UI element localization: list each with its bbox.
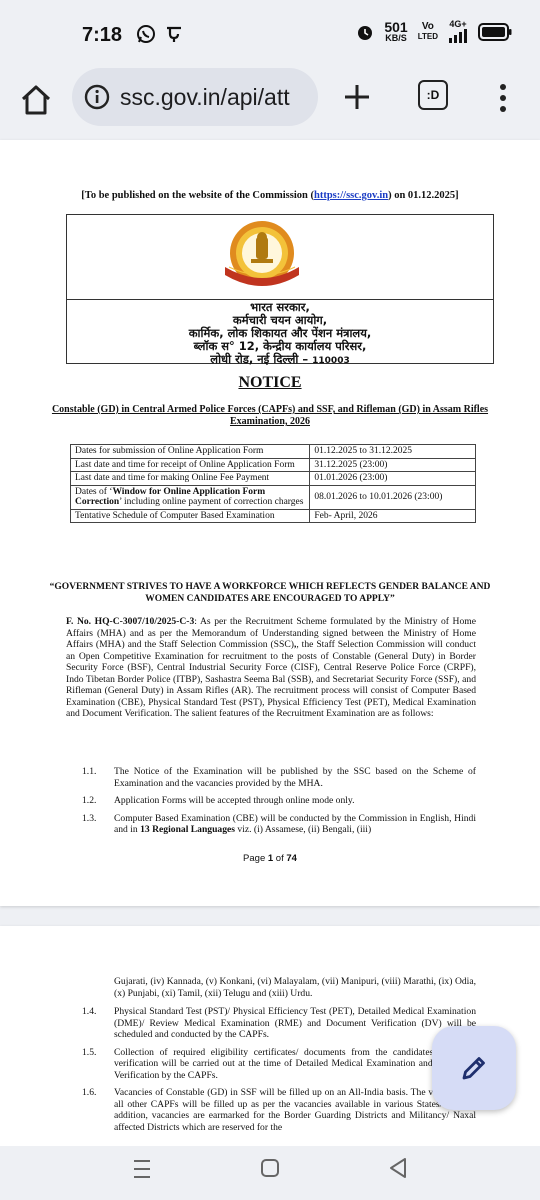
system-navigation-bar bbox=[0, 1146, 540, 1200]
url-text: ssc.gov.in/api/att bbox=[120, 83, 290, 110]
signal-icon: 4G+ bbox=[448, 20, 468, 43]
home-circle-icon[interactable] bbox=[258, 1156, 282, 1180]
recents-icon[interactable] bbox=[130, 1158, 154, 1180]
table-row: Last date and time for making Online Fee… bbox=[69, 471, 476, 486]
tab-switcher-button[interactable]: :D bbox=[418, 80, 448, 110]
browser-toolbar: ssc.gov.in/api/att :D bbox=[0, 66, 540, 130]
whatsapp-icon bbox=[137, 25, 155, 43]
volte-indicator: Vo LTED bbox=[417, 20, 438, 41]
pencil-icon bbox=[462, 1057, 485, 1080]
list-item: 1.4. Physical Standard Test (PST)/ Physi… bbox=[82, 1006, 476, 1040]
table-row: Tentative Schedule of Computer Based Exa… bbox=[69, 508, 476, 523]
continuation-text: Gujarati, (iv) Kannada, (v) Konkani, (vi… bbox=[114, 976, 476, 999]
table-row: Dates of ‘Window for Online Application … bbox=[69, 484, 476, 510]
important-dates-table: Dates for submission of Online Applicati… bbox=[69, 444, 476, 523]
address-bar[interactable]: ssc.gov.in/api/att bbox=[72, 68, 318, 126]
alarm-icon bbox=[358, 25, 373, 40]
list-item: 1.5. Collection of required eligibility … bbox=[82, 1046, 476, 1081]
notification-icons bbox=[136, 24, 184, 44]
new-tab-icon[interactable] bbox=[340, 80, 374, 114]
publish-note: [To be published on the website of the C… bbox=[81, 190, 459, 201]
more-options-icon[interactable] bbox=[496, 82, 510, 114]
status-time: 7:18 bbox=[82, 24, 123, 46]
features-list-page1: 1.1. The Notice of the Examination will … bbox=[82, 766, 476, 842]
list-item: 1.2. Application Forms will be accepted … bbox=[82, 795, 355, 806]
table-row: Last date and time for receipt of Online… bbox=[69, 457, 476, 472]
battery-icon bbox=[478, 22, 512, 41]
ssc-emblem-logo bbox=[225, 221, 299, 286]
features-list-page2: 1.4. Physical Standard Test (PST)/ Physi… bbox=[82, 1006, 476, 1139]
home-icon[interactable] bbox=[18, 82, 54, 118]
system-icons: 501 KB/S Vo LTED 4G+ bbox=[356, 20, 512, 43]
status-bar: 7:18 501 KB/S Vo LTED 4G+ bbox=[0, 0, 540, 66]
pdf-page-1[interactable]: [To be published on the website of the C… bbox=[0, 140, 540, 906]
ministry-address: भारत सरकार, कर्मचारी चयन आयोग, कार्मिक, … bbox=[188, 300, 372, 367]
list-item: 1.3. Computer Based Examination (CBE) wi… bbox=[82, 812, 476, 836]
site-info-icon[interactable] bbox=[84, 84, 110, 110]
gender-balance-quote: “GOVERNMENT STRIVES TO HAVE A WORKFORCE … bbox=[49, 582, 491, 604]
network-speed: 501 KB/S bbox=[384, 19, 408, 43]
intro-paragraph: F. No. HQ-C-3007/10/2025-C-3: As per the… bbox=[66, 616, 476, 719]
notice-title: NOTICE bbox=[238, 374, 302, 391]
page-number: Page 1 of 74 bbox=[243, 853, 297, 864]
list-item: 1.6. Vacancies of Constable (GD) in SSF … bbox=[82, 1087, 476, 1133]
letterhead-box: भारत सरकार, कर्मचारी चयन आयोग, कार्मिक, … bbox=[66, 214, 494, 366]
list-item: 1.1. The Notice of the Examination will … bbox=[82, 766, 476, 789]
exam-title: Constable (GD) in Central Armed Police F… bbox=[51, 404, 489, 427]
table-row: Dates for submission of Online Applicati… bbox=[69, 444, 476, 459]
back-triangle-icon[interactable] bbox=[386, 1156, 410, 1180]
pe-app-icon bbox=[167, 26, 181, 42]
ssc-website-link[interactable]: https://ssc.gov.in bbox=[314, 190, 388, 201]
edit-fab-button[interactable] bbox=[432, 1026, 516, 1110]
